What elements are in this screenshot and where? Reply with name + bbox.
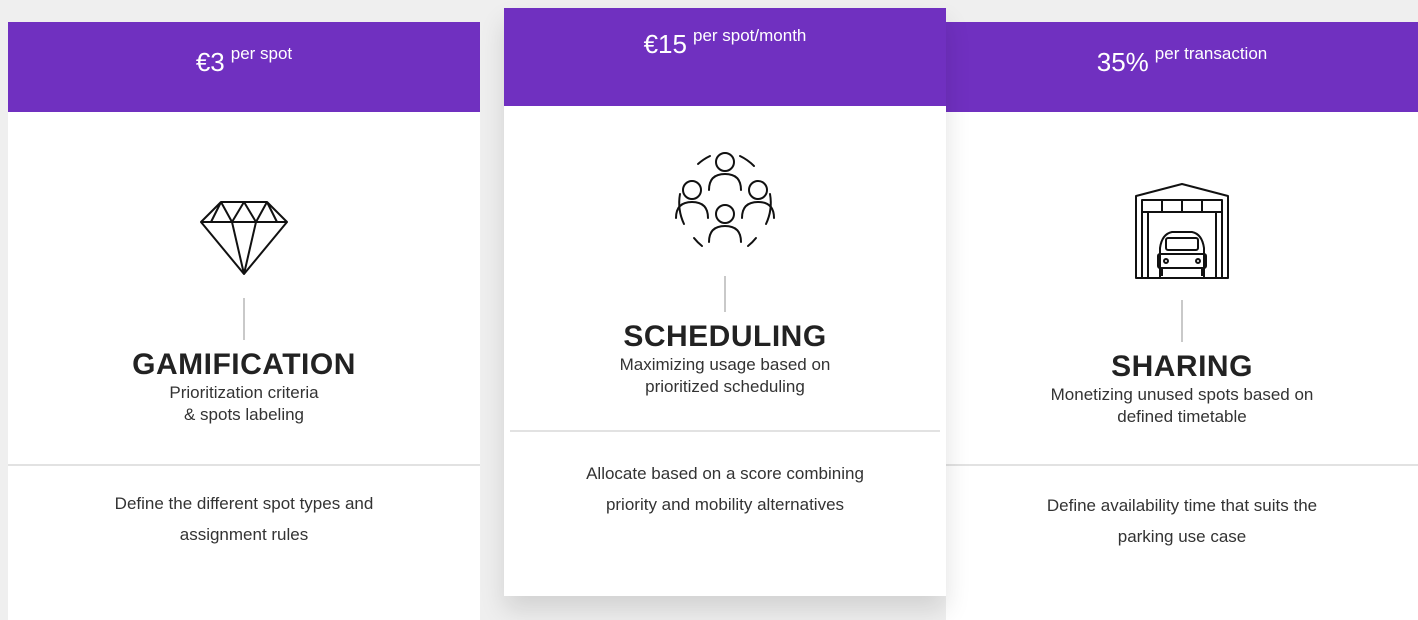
vertical-divider bbox=[243, 298, 245, 340]
plan-price-unit: per spot/month bbox=[692, 26, 807, 45]
plan-card-sharing: 35% per transaction SHARING Monetizing u… bbox=[946, 22, 1418, 620]
plan-header: 35% per transaction bbox=[946, 22, 1418, 112]
plan-price: €3 bbox=[195, 47, 225, 77]
plan-description-line: Define the different spot types and bbox=[114, 494, 374, 513]
plan-price-unit: per transaction bbox=[1154, 44, 1268, 63]
plan-subtitle-line: Monetizing unused spots based on bbox=[1050, 385, 1314, 404]
plan-description-line: priority and mobility alternatives bbox=[605, 495, 845, 514]
plan-card-scheduling: €15 per spot/month SCHEDULING Maximizing… bbox=[504, 8, 946, 596]
plan-header: €3 per spot bbox=[8, 22, 480, 112]
plan-price: 35% bbox=[1096, 47, 1149, 77]
vertical-divider bbox=[724, 276, 726, 312]
plan-description-line: Define availability time that suits the bbox=[1046, 496, 1318, 515]
plan-description-line: Allocate based on a score combining bbox=[586, 464, 864, 483]
plan-description-line: assignment rules bbox=[179, 525, 309, 544]
plan-subtitle-line: Maximizing usage based on bbox=[619, 355, 831, 374]
plan-title: SHARING bbox=[1111, 350, 1253, 383]
plan-description-line: parking use case bbox=[1117, 527, 1247, 546]
horizontal-divider bbox=[946, 464, 1418, 466]
people-network-icon bbox=[675, 152, 775, 247]
plan-title: SCHEDULING bbox=[623, 320, 827, 353]
diamond-icon bbox=[200, 201, 288, 275]
vertical-divider bbox=[1181, 300, 1183, 342]
plan-subtitle-line: Prioritization criteria bbox=[169, 383, 319, 402]
plan-price: €15 bbox=[643, 29, 687, 59]
plan-title: GAMIFICATION bbox=[132, 348, 356, 381]
horizontal-divider bbox=[8, 464, 480, 466]
plan-icon-wrap bbox=[946, 182, 1418, 282]
plan-subtitle-line: defined timetable bbox=[1117, 407, 1247, 426]
plan-icon-wrap bbox=[510, 106, 940, 256]
plan-header: €15 per spot/month bbox=[504, 8, 946, 106]
plan-card-gamification: €3 per spot GAMIFICATION Prioritization … bbox=[8, 22, 480, 620]
plan-icon-wrap bbox=[8, 198, 480, 278]
plan-subtitle-line: prioritized scheduling bbox=[645, 377, 805, 396]
plan-price-unit: per spot bbox=[230, 44, 293, 63]
garage-car-icon bbox=[1135, 183, 1229, 279]
horizontal-divider bbox=[510, 430, 940, 432]
plan-subtitle-line: & spots labeling bbox=[183, 405, 305, 424]
